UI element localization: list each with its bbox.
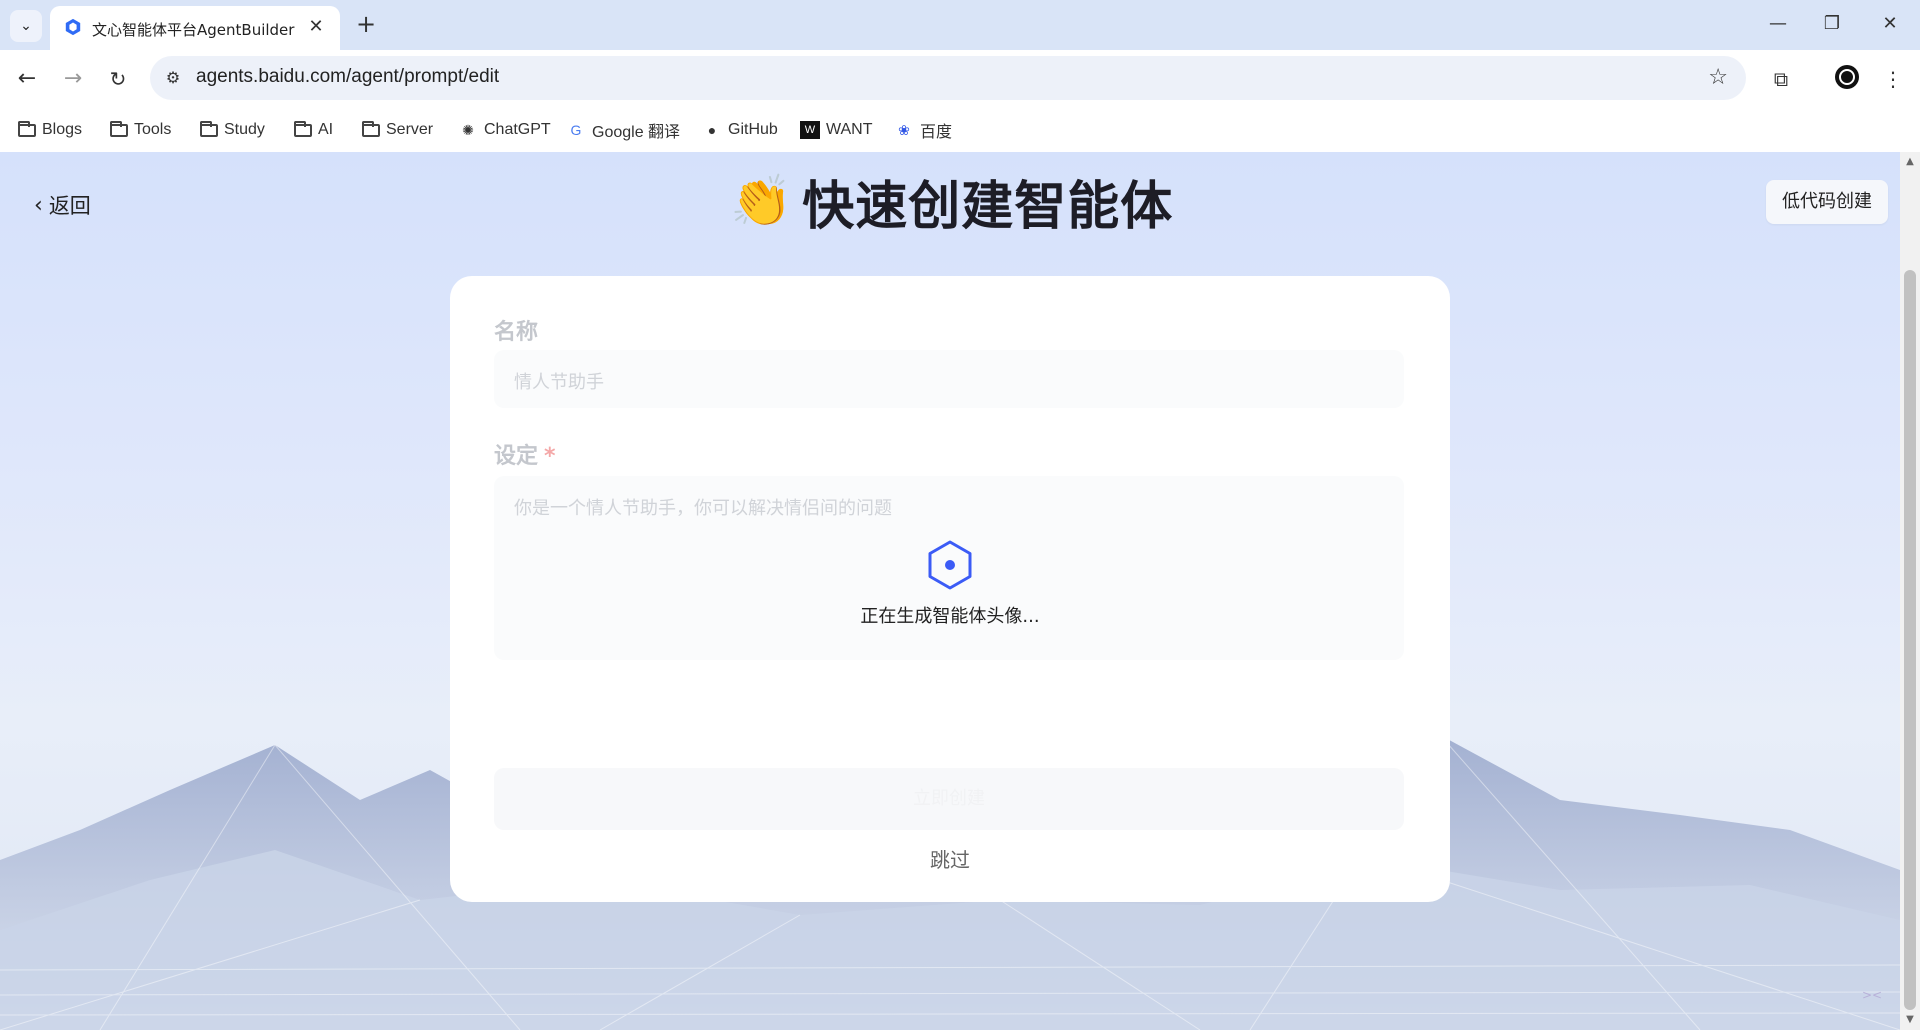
bookmark-blogs[interactable]: Blogs [18,118,82,142]
lowcode-create-button[interactable]: 低代码创建 [1766,180,1888,224]
back-arrow-icon[interactable]: ← [12,64,42,94]
reload-icon[interactable]: ↻ [103,64,133,94]
chevron-left-icon: ‹ [34,192,43,218]
chatgpt-icon: ✺ [462,122,474,138]
address-bar[interactable]: ⚙ agents.baidu.com/agent/prompt/edit ☆ [150,56,1746,100]
loading-overlay: 正在生成智能体头像... [450,540,1450,628]
browser-tab-strip: ⌄ 文心智能体平台AgentBuilder ✕ + — ❐ ✕ [0,0,1920,50]
restore-icon[interactable]: ❐ [1810,8,1854,40]
url-text[interactable]: agents.baidu.com/agent/prompt/edit [196,66,499,88]
name-input[interactable]: 情人节助手 [494,350,1404,408]
chevron-down-icon: ⌄ [20,18,32,34]
bookmark-study[interactable]: Study [200,118,265,142]
baidu-paw-icon: ❀ [898,122,910,138]
browser-toolbar: ← → ↻ ⚙ agents.baidu.com/agent/prompt/ed… [0,50,1920,108]
corner-tool-icon[interactable]: >< [1862,988,1892,1022]
profile-avatar-icon [1835,65,1859,89]
setting-placeholder: 你是一个情人节助手，你可以解决情侣间的问题 [514,498,892,519]
tab-title: 文心智能体平台AgentBuilder [92,21,295,39]
bookmark-label: Server [386,121,434,138]
scrollbar-thumb[interactable] [1904,270,1916,1010]
loading-text: 正在生成智能体头像... [860,606,1040,627]
browser-tab-active[interactable]: 文心智能体平台AgentBuilder ✕ [50,6,340,50]
page-title: 👏 快速创建智能体 [730,166,1174,237]
bookmark-label: AI [318,121,334,138]
skip-button[interactable]: 跳过 [450,844,1450,873]
extensions-puzzle-icon[interactable]: ⧉ [1766,64,1796,94]
page-scrollbar[interactable]: ▲ ▼ [1900,152,1920,1030]
bookmark-want[interactable]: W WANT [800,118,873,142]
google-translate-icon: G [570,122,582,138]
folder-icon [110,120,128,137]
bookmark-ai[interactable]: AI [294,118,333,142]
minimize-icon[interactable]: — [1756,8,1800,40]
bookmark-label: Google 翻译 [592,124,681,141]
folder-icon [200,120,218,137]
profile-avatar[interactable] [1832,64,1862,94]
folder-icon [294,120,312,137]
back-label: 返回 [48,194,91,218]
bookmark-chatgpt[interactable]: ✺ ChatGPT [458,118,551,142]
bookmark-server[interactable]: Server [362,118,433,142]
create-agent-card: 名称 情人节助手 设定 * 你是一个情人节助手，你可以解决情侣间的问题 立即创建 … [450,276,1450,902]
forward-arrow-icon[interactable]: → [58,64,88,94]
github-icon: ● [707,122,717,138]
bookmark-baidu[interactable]: ❀ 百度 [894,118,952,142]
folder-icon [362,120,380,137]
bookmark-google-translate[interactable]: G Google 翻译 [566,118,681,142]
setting-label-text: 设定 [494,444,539,469]
bookmark-github[interactable]: ● GitHub [702,118,778,142]
browser-menu-icon[interactable]: ⋮ [1878,64,1908,94]
want-icon: W [800,121,820,139]
bookmark-label: Tools [134,121,172,138]
bookmark-label: WANT [826,121,873,138]
bookmark-label: Study [224,121,265,138]
clapping-hands-icon: 👏 [730,172,793,230]
bookmark-label: 百度 [920,124,953,141]
bookmarks-bar: Blogs Tools Study AI Server ✺ ChatGPT G Go… [0,108,1920,153]
tab-close-icon[interactable]: ✕ [304,15,328,39]
back-button[interactable]: ‹ 返回 [34,190,91,220]
page-content: ‹ 返回 👏 快速创建智能体 低代码创建 名称 情人节助手 设定 * 你是一个情人… [0,152,1900,1030]
create-submit-button[interactable]: 立即创建 [494,768,1404,830]
page-title-text: 快速创建智能体 [802,176,1174,237]
bookmark-label: GitHub [728,121,778,138]
scroll-up-icon[interactable]: ▲ [1904,156,1916,168]
name-placeholder: 情人节助手 [514,372,604,393]
bookmark-tools[interactable]: Tools [110,118,171,142]
bookmark-label: ChatGPT [484,121,551,138]
name-label: 名称 [494,320,539,345]
tab-search-button[interactable]: ⌄ [10,10,42,42]
setting-label: 设定 * [494,438,556,470]
required-mark: * [544,444,556,469]
folder-icon [18,120,36,137]
hexagon-spinner-icon [928,540,972,590]
close-window-icon[interactable]: ✕ [1868,8,1912,40]
new-tab-button[interactable]: + [352,10,380,38]
bookmark-label: Blogs [42,121,83,138]
agentbuilder-favicon-icon [65,18,81,36]
bookmark-star-icon[interactable]: ☆ [1708,65,1728,90]
scroll-down-icon[interactable]: ▼ [1904,1014,1916,1026]
site-settings-icon[interactable]: ⚙ [162,67,184,89]
